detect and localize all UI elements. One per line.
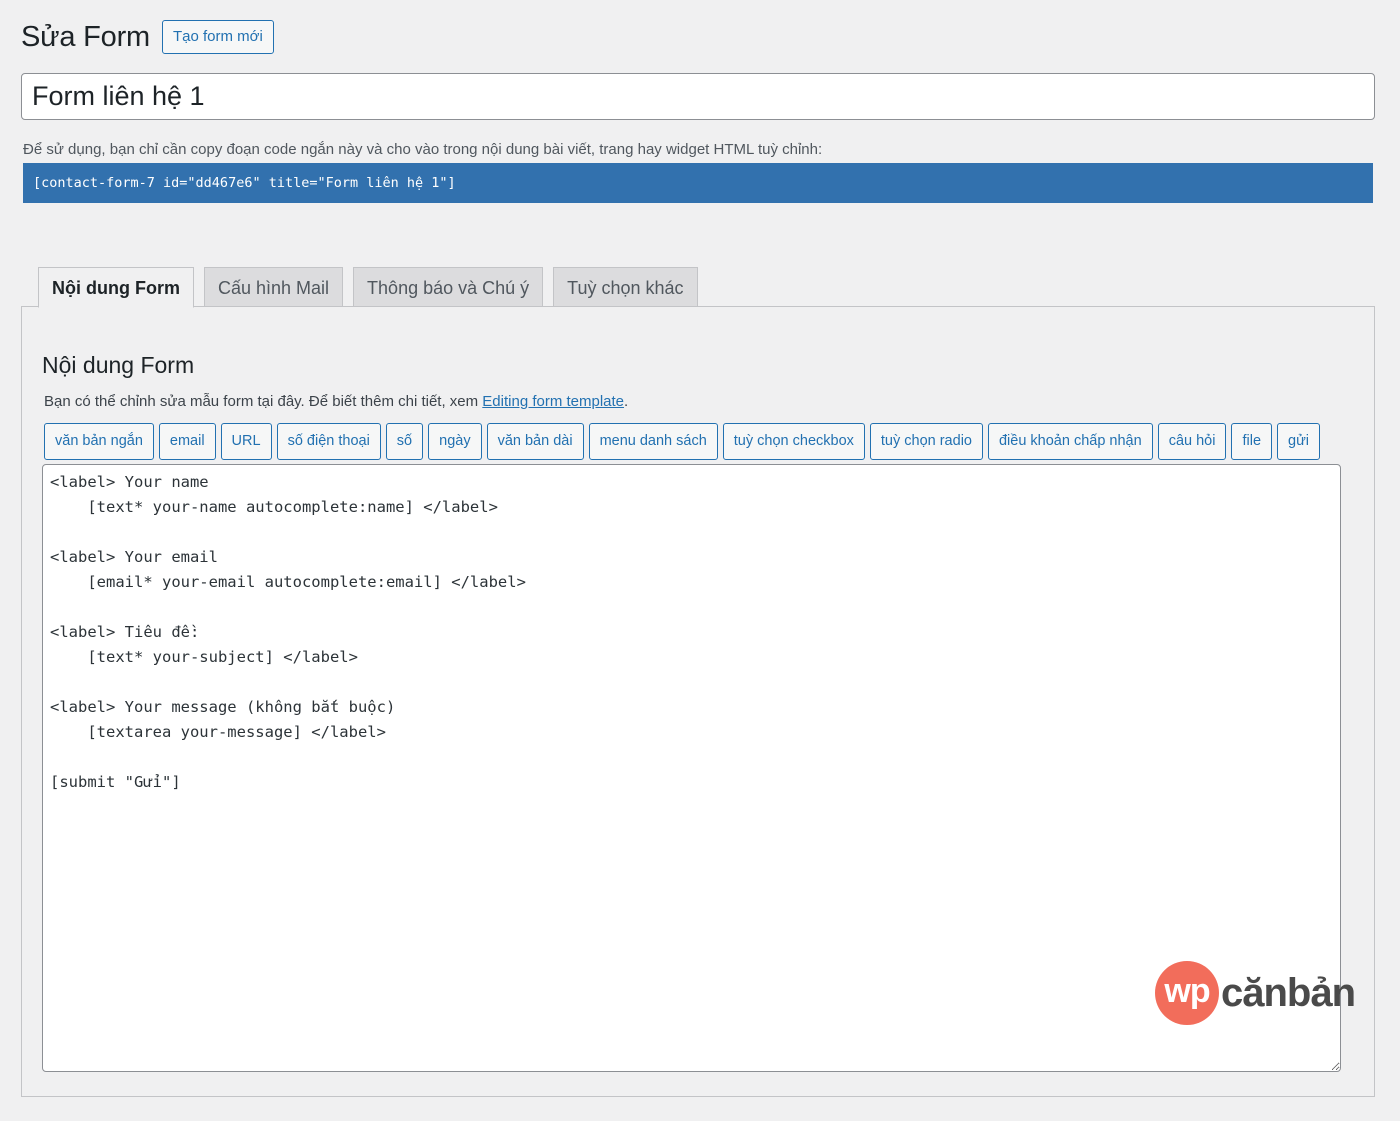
watermark-circle: wp: [1155, 961, 1219, 1025]
shortcode-display[interactable]: [contact-form-7 id="dd467e6" title="Form…: [23, 163, 1373, 203]
tag-button-date[interactable]: ngày: [428, 423, 482, 460]
page-title: Sửa Form: [21, 20, 150, 53]
form-content-panel: Nội dung Form Bạn có thể chỉnh sửa mẫu f…: [21, 306, 1375, 1097]
tag-button-number[interactable]: số: [385, 423, 424, 460]
tab-mail-settings[interactable]: Cấu hình Mail: [203, 267, 344, 307]
form-title-input[interactable]: [21, 73, 1375, 120]
tag-generator-buttons: văn bản ngắn email URL số điện thoại số …: [44, 423, 1325, 460]
tag-button-url[interactable]: URL: [220, 423, 272, 460]
tag-button-text[interactable]: văn bản ngắn: [44, 423, 154, 460]
panel-desc-suffix: .: [624, 393, 629, 410]
tag-button-tel[interactable]: số điện thoại: [276, 423, 381, 460]
tag-button-file[interactable]: file: [1231, 423, 1273, 460]
tag-button-textarea[interactable]: văn bản dài: [486, 423, 584, 460]
wpcanban-watermark-logo: wp cănbản: [1155, 961, 1356, 1025]
tab-form-content[interactable]: Nội dung Form: [38, 267, 194, 308]
tag-button-quiz[interactable]: câu hỏi: [1157, 423, 1227, 460]
panel-desc-prefix: Bạn có thể chỉnh sửa mẫu form tại đây. Đ…: [44, 393, 483, 410]
tag-button-select[interactable]: menu danh sách: [588, 423, 718, 460]
tag-button-acceptance[interactable]: điều khoản chấp nhận: [987, 423, 1153, 460]
panel-title: Nội dung Form: [42, 352, 195, 378]
tag-button-checkbox[interactable]: tuỳ chọn checkbox: [722, 423, 865, 460]
new-form-button[interactable]: Tạo form mới: [162, 20, 274, 54]
shortcode-usage-note: Để sử dụng, bạn chỉ cần copy đoạn code n…: [23, 141, 823, 158]
tab-messages[interactable]: Thông báo và Chú ý: [353, 267, 544, 307]
tab-additional-settings[interactable]: Tuỳ chọn khác: [553, 267, 698, 307]
watermark-text: cănbản: [1221, 970, 1356, 1015]
editing-form-template-link[interactable]: Editing form template: [482, 393, 624, 410]
tag-button-radio[interactable]: tuỳ chọn radio: [869, 423, 983, 460]
panel-description: Bạn có thể chỉnh sửa mẫu form tại đây. Đ…: [44, 393, 628, 410]
tag-button-submit[interactable]: gửi: [1277, 423, 1321, 460]
form-tabs: Nội dung Form Cấu hình Mail Thông báo và…: [38, 267, 708, 308]
tag-button-email[interactable]: email: [158, 423, 216, 460]
page-header: Sửa Form Tạo form mới: [21, 20, 274, 54]
form-template-editor[interactable]: <label> Your name [text* your-name autoc…: [42, 464, 1341, 1072]
